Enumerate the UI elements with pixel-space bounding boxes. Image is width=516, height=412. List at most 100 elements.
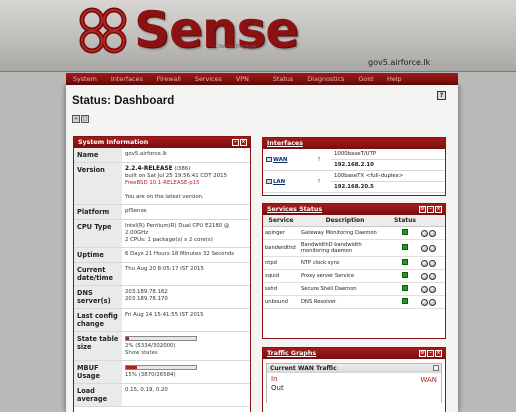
if-ip: 192.168.2.10 [331, 159, 445, 171]
nav-firewall[interactable]: Firewall [150, 75, 188, 83]
collapse-icon[interactable] [433, 365, 439, 371]
close-icon[interactable]: × [435, 350, 442, 357]
minimize-icon[interactable]: – [427, 206, 434, 213]
row-label: CPU Type [74, 219, 122, 248]
interfaces-title[interactable]: Interfaces [267, 140, 303, 147]
nav-help[interactable]: Help [380, 75, 409, 83]
table-row: unbound DNS Resolver [263, 295, 445, 309]
interfaces-panel: Interfaces WAN ↑ 1000baseT/UTP 192.168.2… [262, 137, 446, 196]
close-icon[interactable]: × [240, 139, 247, 146]
table-row: Last config change Fri Aug 14 15:41:55 I… [74, 308, 250, 332]
col-actions [419, 215, 445, 227]
running-icon [402, 229, 408, 235]
page-tools: + □ [72, 115, 89, 123]
table-row: Version 2.2.4-RELEASE (i386) built on Sa… [74, 162, 250, 205]
table-row: Load average 0.15, 0.19, 0.20 [74, 383, 250, 407]
running-icon [402, 272, 408, 278]
interface-icon [266, 178, 272, 184]
stop-icon[interactable] [429, 285, 436, 293]
hostname: gov5.airforce.lk [368, 58, 431, 67]
table-header-row: Service Description Status [263, 215, 445, 227]
nav-diagnostics[interactable]: Diagnostics [300, 75, 351, 83]
svc-name: squid [263, 269, 299, 283]
save-layout-icon[interactable]: □ [81, 115, 89, 123]
cpu-value: Intel(R) Pentium(R) Dual CPU E2180 @ 2.0… [122, 219, 250, 248]
svc-desc: Secure Shell Daemon [299, 282, 391, 296]
running-icon [402, 298, 408, 304]
if-name-cell[interactable]: LAN [263, 170, 307, 193]
running-icon [402, 285, 408, 291]
row-value: 6 Days 21 Hours 18 Minutes 32 Seconds [122, 247, 250, 263]
table-row: Uptime 6 Days 21 Hours 18 Minutes 32 Sec… [74, 247, 250, 263]
if-name-lan[interactable]: LAN [273, 179, 285, 185]
if-name-cell[interactable]: WAN [263, 149, 307, 171]
svc-actions [419, 282, 445, 296]
panel-header: Interfaces [263, 138, 445, 149]
stop-icon[interactable] [429, 298, 436, 306]
if-media: 100baseTX <full-duplex> [331, 170, 445, 182]
restart-icon[interactable] [421, 285, 428, 293]
row-value: Thu Aug 20 8:05:17 IST 2015 [122, 262, 250, 286]
interfaces-table: WAN ↑ 1000baseT/UTP 192.168.2.10 LAN ↑ 1… [263, 149, 445, 193]
stop-icon[interactable] [429, 259, 436, 267]
restart-icon[interactable] [421, 272, 428, 280]
if-name-wan[interactable]: WAN [273, 157, 287, 163]
table-row: apinger Gateway Monitoring Daemon [263, 226, 445, 240]
cpu-line2: 2 CPUs: 1 package(s) x 2 core(s) [125, 237, 213, 243]
nav-status[interactable]: Status [266, 75, 300, 83]
services-table: Service Description Status apinger Gatew… [263, 215, 445, 309]
svc-desc: Gateway Monitoring Daemon [299, 226, 391, 240]
svc-status-cell [391, 256, 419, 270]
graph-header: Current WAN Traffic [267, 364, 441, 373]
panel-header: Traffic Graphs ⚙ – × [263, 348, 445, 359]
version-arch: (i386) [172, 166, 191, 172]
svc-desc: Proxy server Service [299, 269, 391, 283]
help-icon[interactable]: ? [437, 91, 446, 100]
state-table-value: 2% (5334/302000) Show states [122, 331, 250, 361]
row-label: State table size [74, 331, 122, 361]
services-title[interactable]: Services Status [267, 206, 322, 213]
main-nav: System Interfaces Firewall Services VPN … [66, 73, 458, 85]
row-label: MBUF Usage [74, 360, 122, 384]
graph-in-label: In [271, 375, 278, 383]
traffic-title[interactable]: Traffic Graphs [267, 350, 316, 357]
dashboard-page: Status: Dashboard ? + □ System Informati… [66, 85, 458, 412]
minimize-icon[interactable]: – [232, 139, 239, 146]
version-freebsd: FreeBSD 10.1-RELEASE-p15 [125, 180, 200, 186]
table-row: ntpd NTP clock sync [263, 256, 445, 270]
settings-icon[interactable]: ⚙ [419, 350, 426, 357]
table-row: WAN ↑ 1000baseT/UTP [263, 149, 445, 171]
nav-system[interactable]: System [66, 75, 104, 83]
restart-icon[interactable] [421, 298, 428, 306]
stop-icon[interactable] [429, 244, 436, 252]
add-widget-icon[interactable]: + [72, 115, 80, 123]
stop-icon[interactable] [429, 229, 436, 237]
nav-interfaces[interactable]: Interfaces [104, 75, 150, 83]
stop-icon[interactable] [429, 272, 436, 280]
svc-name: bandwidthd [263, 239, 299, 257]
restart-icon[interactable] [421, 244, 428, 252]
services-panel: Services Status ⚙ – × Service Descriptio… [262, 203, 446, 339]
version-value: 2.2.4-RELEASE (i386) built on Sat Jul 25… [122, 162, 250, 205]
restart-icon[interactable] [421, 229, 428, 237]
svc-actions [419, 239, 445, 257]
row-label: Current date/time [74, 262, 122, 286]
tagline: ...Sense (tagline) [214, 44, 257, 50]
page-title: Status: Dashboard [72, 95, 175, 107]
minimize-icon[interactable]: – [427, 350, 434, 357]
settings-icon[interactable]: ⚙ [419, 206, 426, 213]
nav-gold[interactable]: Gold [351, 75, 380, 83]
graph-title: Current WAN Traffic [270, 365, 337, 372]
col-service: Service [263, 215, 299, 227]
show-states-link[interactable]: Show states [125, 350, 158, 356]
panel-controls: – × [232, 139, 247, 146]
wan-traffic-graph: Current WAN Traffic In Out WAN [266, 363, 442, 403]
close-icon[interactable]: × [435, 206, 442, 213]
nav-vpn[interactable]: VPN [229, 75, 256, 83]
graph-canvas [267, 373, 441, 403]
table-row: squid Proxy server Service [263, 269, 445, 283]
header: Sense ...Sense (tagline) gov5.airforce.l… [0, 0, 516, 72]
row-label: Last config change [74, 308, 122, 332]
restart-icon[interactable] [421, 259, 428, 267]
nav-services[interactable]: Services [188, 75, 229, 83]
